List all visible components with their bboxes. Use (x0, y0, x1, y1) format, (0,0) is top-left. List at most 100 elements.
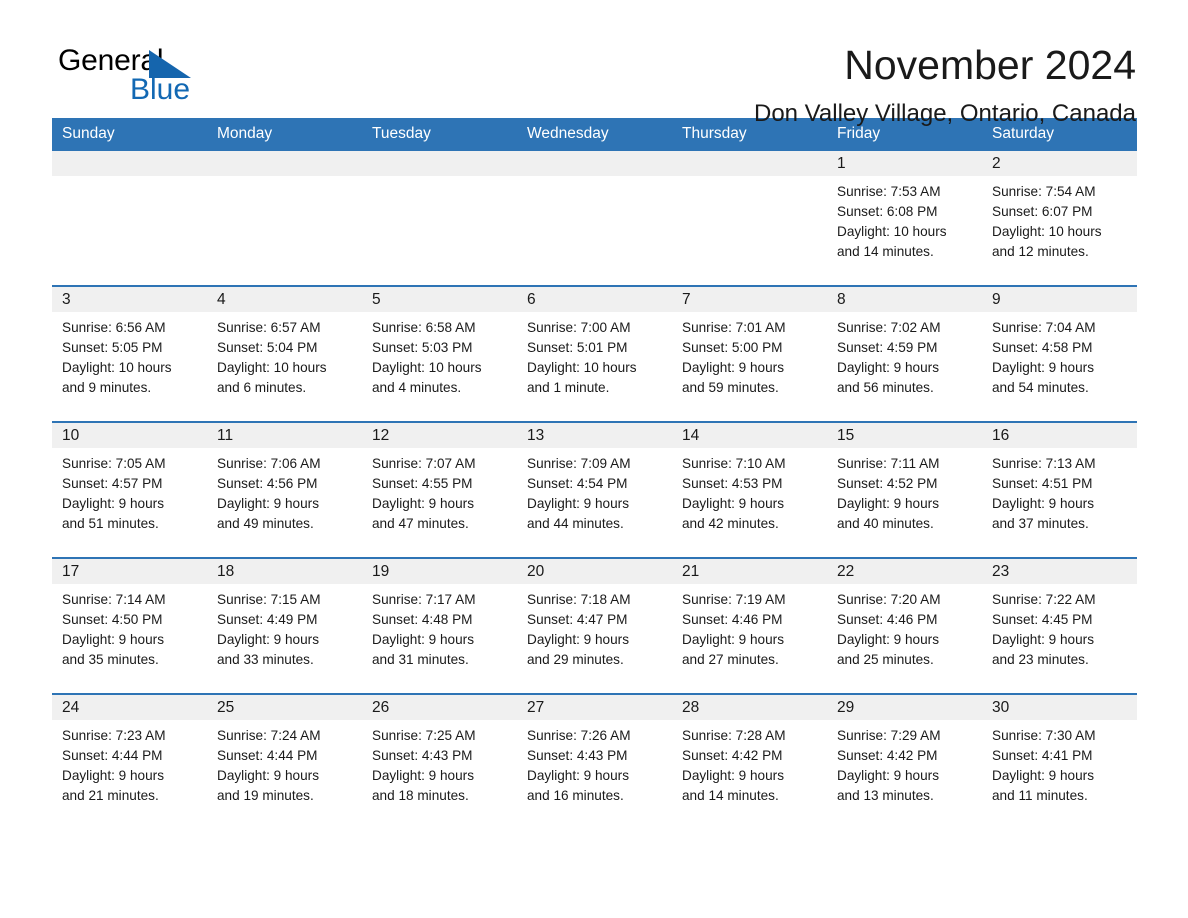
calendar-empty-cell (517, 151, 672, 286)
sunrise-text: Sunrise: 7:02 AM (837, 320, 941, 335)
page-title: November 2024 (844, 42, 1136, 88)
day-cell-content: 26 Sunrise: 7:25 AM Sunset: 4:43 PM Dayligh… (362, 695, 517, 829)
calendar-day-cell[interactable]: 29 Sunrise: 7:29 AM Sunset: 4:42 PM Dayligh… (827, 693, 982, 829)
sunrise-text: Sunrise: 7:14 AM (62, 592, 166, 607)
daylight-text-cont: and 51 minutes. (62, 516, 159, 531)
calendar-day-cell[interactable]: 3 Sunrise: 6:56 AM Sunset: 5:05 PM Daylight… (52, 285, 207, 422)
day-cell-content (362, 151, 517, 285)
day-sun-info: Sunrise: 7:11 AM Sunset: 4:52 PM Daylight:… (827, 448, 982, 534)
calendar-day-cell[interactable]: 15 Sunrise: 7:11 AM Sunset: 4:52 PM Dayligh… (827, 421, 982, 558)
day-sun-info: Sunrise: 7:28 AM Sunset: 4:42 PM Daylight:… (672, 720, 827, 806)
daylight-text-cont: and 1 minute. (527, 380, 610, 395)
calendar-week-row: 24 Sunrise: 7:23 AM Sunset: 4:44 PM Dayligh… (52, 693, 1137, 829)
calendar-day-cell[interactable]: 11 Sunrise: 7:06 AM Sunset: 4:56 PM Dayligh… (207, 421, 362, 558)
sunrise-text: Sunrise: 7:15 AM (217, 592, 321, 607)
day-cell-content: 18 Sunrise: 7:15 AM Sunset: 4:49 PM Dayligh… (207, 559, 362, 693)
generalblue-logo[interactable]: General Blue (52, 44, 212, 120)
day-number (362, 151, 517, 176)
daylight-text-cont: and 37 minutes. (992, 516, 1089, 531)
calendar-day-cell[interactable]: 18 Sunrise: 7:15 AM Sunset: 4:49 PM Dayligh… (207, 557, 362, 694)
calendar-day-cell[interactable]: 17 Sunrise: 7:14 AM Sunset: 4:50 PM Dayligh… (52, 557, 207, 694)
calendar-day-cell[interactable]: 6 Sunrise: 7:00 AM Sunset: 5:01 PM Daylight… (517, 285, 672, 422)
day-cell-content: 29 Sunrise: 7:29 AM Sunset: 4:42 PM Dayligh… (827, 695, 982, 829)
sunrise-text: Sunrise: 7:28 AM (682, 728, 786, 743)
calendar-day-cell[interactable]: 16 Sunrise: 7:13 AM Sunset: 4:51 PM Dayligh… (982, 421, 1137, 558)
sunset-text: Sunset: 4:59 PM (837, 340, 938, 355)
day-cell-content: 27 Sunrise: 7:26 AM Sunset: 4:43 PM Dayligh… (517, 695, 672, 829)
daylight-text: Daylight: 9 hours (682, 360, 785, 375)
page-header: General Blue November 2024 Don Valley Vi… (52, 0, 1136, 126)
calendar-day-cell[interactable]: 22 Sunrise: 7:20 AM Sunset: 4:46 PM Dayligh… (827, 557, 982, 694)
day-sun-info: Sunrise: 6:58 AM Sunset: 5:03 PM Daylight:… (362, 312, 517, 398)
sunrise-text: Sunrise: 7:06 AM (217, 456, 321, 471)
calendar-day-cell[interactable]: 2 Sunrise: 7:54 AM Sunset: 6:07 PM Daylight… (982, 151, 1137, 286)
daylight-text: Daylight: 10 hours (837, 224, 947, 239)
calendar-day-cell[interactable]: 23 Sunrise: 7:22 AM Sunset: 4:45 PM Dayligh… (982, 557, 1137, 694)
day-number: 1 (827, 151, 982, 176)
sunset-text: Sunset: 4:43 PM (527, 748, 628, 763)
calendar-day-cell[interactable]: 26 Sunrise: 7:25 AM Sunset: 4:43 PM Dayligh… (362, 693, 517, 829)
day-number: 17 (52, 559, 207, 584)
day-sun-info: Sunrise: 7:06 AM Sunset: 4:56 PM Daylight:… (207, 448, 362, 534)
calendar-day-cell[interactable]: 4 Sunrise: 6:57 AM Sunset: 5:04 PM Daylight… (207, 285, 362, 422)
daylight-text: Daylight: 9 hours (837, 496, 940, 511)
calendar-day-cell[interactable]: 12 Sunrise: 7:07 AM Sunset: 4:55 PM Dayligh… (362, 421, 517, 558)
daylight-text-cont: and 12 minutes. (992, 244, 1089, 259)
day-sun-info: Sunrise: 7:30 AM Sunset: 4:41 PM Daylight:… (982, 720, 1137, 806)
day-cell-content: 12 Sunrise: 7:07 AM Sunset: 4:55 PM Dayligh… (362, 423, 517, 557)
day-cell-content (517, 151, 672, 285)
day-sun-info: Sunrise: 7:14 AM Sunset: 4:50 PM Daylight:… (52, 584, 207, 670)
calendar-day-cell[interactable]: 1 Sunrise: 7:53 AM Sunset: 6:08 PM Daylight… (827, 151, 982, 286)
day-sun-info: Sunrise: 7:26 AM Sunset: 4:43 PM Daylight:… (517, 720, 672, 806)
daylight-text: Daylight: 10 hours (992, 224, 1102, 239)
sunset-text: Sunset: 5:05 PM (62, 340, 163, 355)
day-sun-info: Sunrise: 7:22 AM Sunset: 4:45 PM Daylight:… (982, 584, 1137, 670)
daylight-text: Daylight: 9 hours (62, 632, 165, 647)
calendar-day-cell[interactable]: 28 Sunrise: 7:28 AM Sunset: 4:42 PM Dayligh… (672, 693, 827, 829)
calendar-day-cell[interactable]: 25 Sunrise: 7:24 AM Sunset: 4:44 PM Dayligh… (207, 693, 362, 829)
calendar-day-cell[interactable]: 14 Sunrise: 7:10 AM Sunset: 4:53 PM Dayligh… (672, 421, 827, 558)
sunset-text: Sunset: 4:46 PM (837, 612, 938, 627)
daylight-text-cont: and 59 minutes. (682, 380, 779, 395)
day-cell-content: 28 Sunrise: 7:28 AM Sunset: 4:42 PM Dayligh… (672, 695, 827, 829)
daylight-text: Daylight: 9 hours (837, 360, 940, 375)
sunset-text: Sunset: 4:43 PM (372, 748, 473, 763)
day-number: 19 (362, 559, 517, 584)
sunset-text: Sunset: 4:45 PM (992, 612, 1093, 627)
calendar-day-cell[interactable]: 7 Sunrise: 7:01 AM Sunset: 5:00 PM Daylight… (672, 285, 827, 422)
calendar-day-cell[interactable]: 10 Sunrise: 7:05 AM Sunset: 4:57 PM Dayligh… (52, 421, 207, 558)
sunset-text: Sunset: 4:46 PM (682, 612, 783, 627)
day-cell-content: 16 Sunrise: 7:13 AM Sunset: 4:51 PM Dayligh… (982, 423, 1137, 557)
daylight-text: Daylight: 9 hours (992, 360, 1095, 375)
calendar-day-cell[interactable]: 9 Sunrise: 7:04 AM Sunset: 4:58 PM Daylight… (982, 285, 1137, 422)
daylight-text-cont: and 19 minutes. (217, 788, 314, 803)
calendar-day-cell[interactable]: 30 Sunrise: 7:30 AM Sunset: 4:41 PM Dayligh… (982, 693, 1137, 829)
sunrise-text: Sunrise: 7:18 AM (527, 592, 631, 607)
calendar-day-cell[interactable]: 20 Sunrise: 7:18 AM Sunset: 4:47 PM Dayligh… (517, 557, 672, 694)
daylight-text-cont: and 14 minutes. (682, 788, 779, 803)
day-cell-content: 11 Sunrise: 7:06 AM Sunset: 4:56 PM Dayligh… (207, 423, 362, 557)
day-number: 24 (52, 695, 207, 720)
calendar-day-cell[interactable]: 21 Sunrise: 7:19 AM Sunset: 4:46 PM Dayligh… (672, 557, 827, 694)
calendar-day-cell[interactable]: 19 Sunrise: 7:17 AM Sunset: 4:48 PM Dayligh… (362, 557, 517, 694)
day-sun-info: Sunrise: 7:23 AM Sunset: 4:44 PM Daylight:… (52, 720, 207, 806)
sunset-text: Sunset: 4:57 PM (62, 476, 163, 491)
sunrise-text: Sunrise: 7:25 AM (372, 728, 476, 743)
sunrise-text: Sunrise: 7:26 AM (527, 728, 631, 743)
day-number: 3 (52, 287, 207, 312)
sunset-text: Sunset: 5:01 PM (527, 340, 628, 355)
day-sun-info: Sunrise: 7:53 AM Sunset: 6:08 PM Daylight:… (827, 176, 982, 262)
daylight-text: Daylight: 9 hours (992, 632, 1095, 647)
calendar-day-cell[interactable]: 24 Sunrise: 7:23 AM Sunset: 4:44 PM Dayligh… (52, 693, 207, 829)
calendar-day-cell[interactable]: 27 Sunrise: 7:26 AM Sunset: 4:43 PM Dayligh… (517, 693, 672, 829)
daylight-text-cont: and 40 minutes. (837, 516, 934, 531)
sunrise-text: Sunrise: 6:56 AM (62, 320, 166, 335)
calendar-day-cell[interactable]: 8 Sunrise: 7:02 AM Sunset: 4:59 PM Daylight… (827, 285, 982, 422)
calendar-day-cell[interactable]: 13 Sunrise: 7:09 AM Sunset: 4:54 PM Dayligh… (517, 421, 672, 558)
daylight-text-cont: and 49 minutes. (217, 516, 314, 531)
sunset-text: Sunset: 4:55 PM (372, 476, 473, 491)
daylight-text-cont: and 27 minutes. (682, 652, 779, 667)
calendar-day-cell[interactable]: 5 Sunrise: 6:58 AM Sunset: 5:03 PM Daylight… (362, 285, 517, 422)
daylight-text-cont: and 6 minutes. (217, 380, 307, 395)
day-sun-info: Sunrise: 7:19 AM Sunset: 4:46 PM Daylight:… (672, 584, 827, 670)
